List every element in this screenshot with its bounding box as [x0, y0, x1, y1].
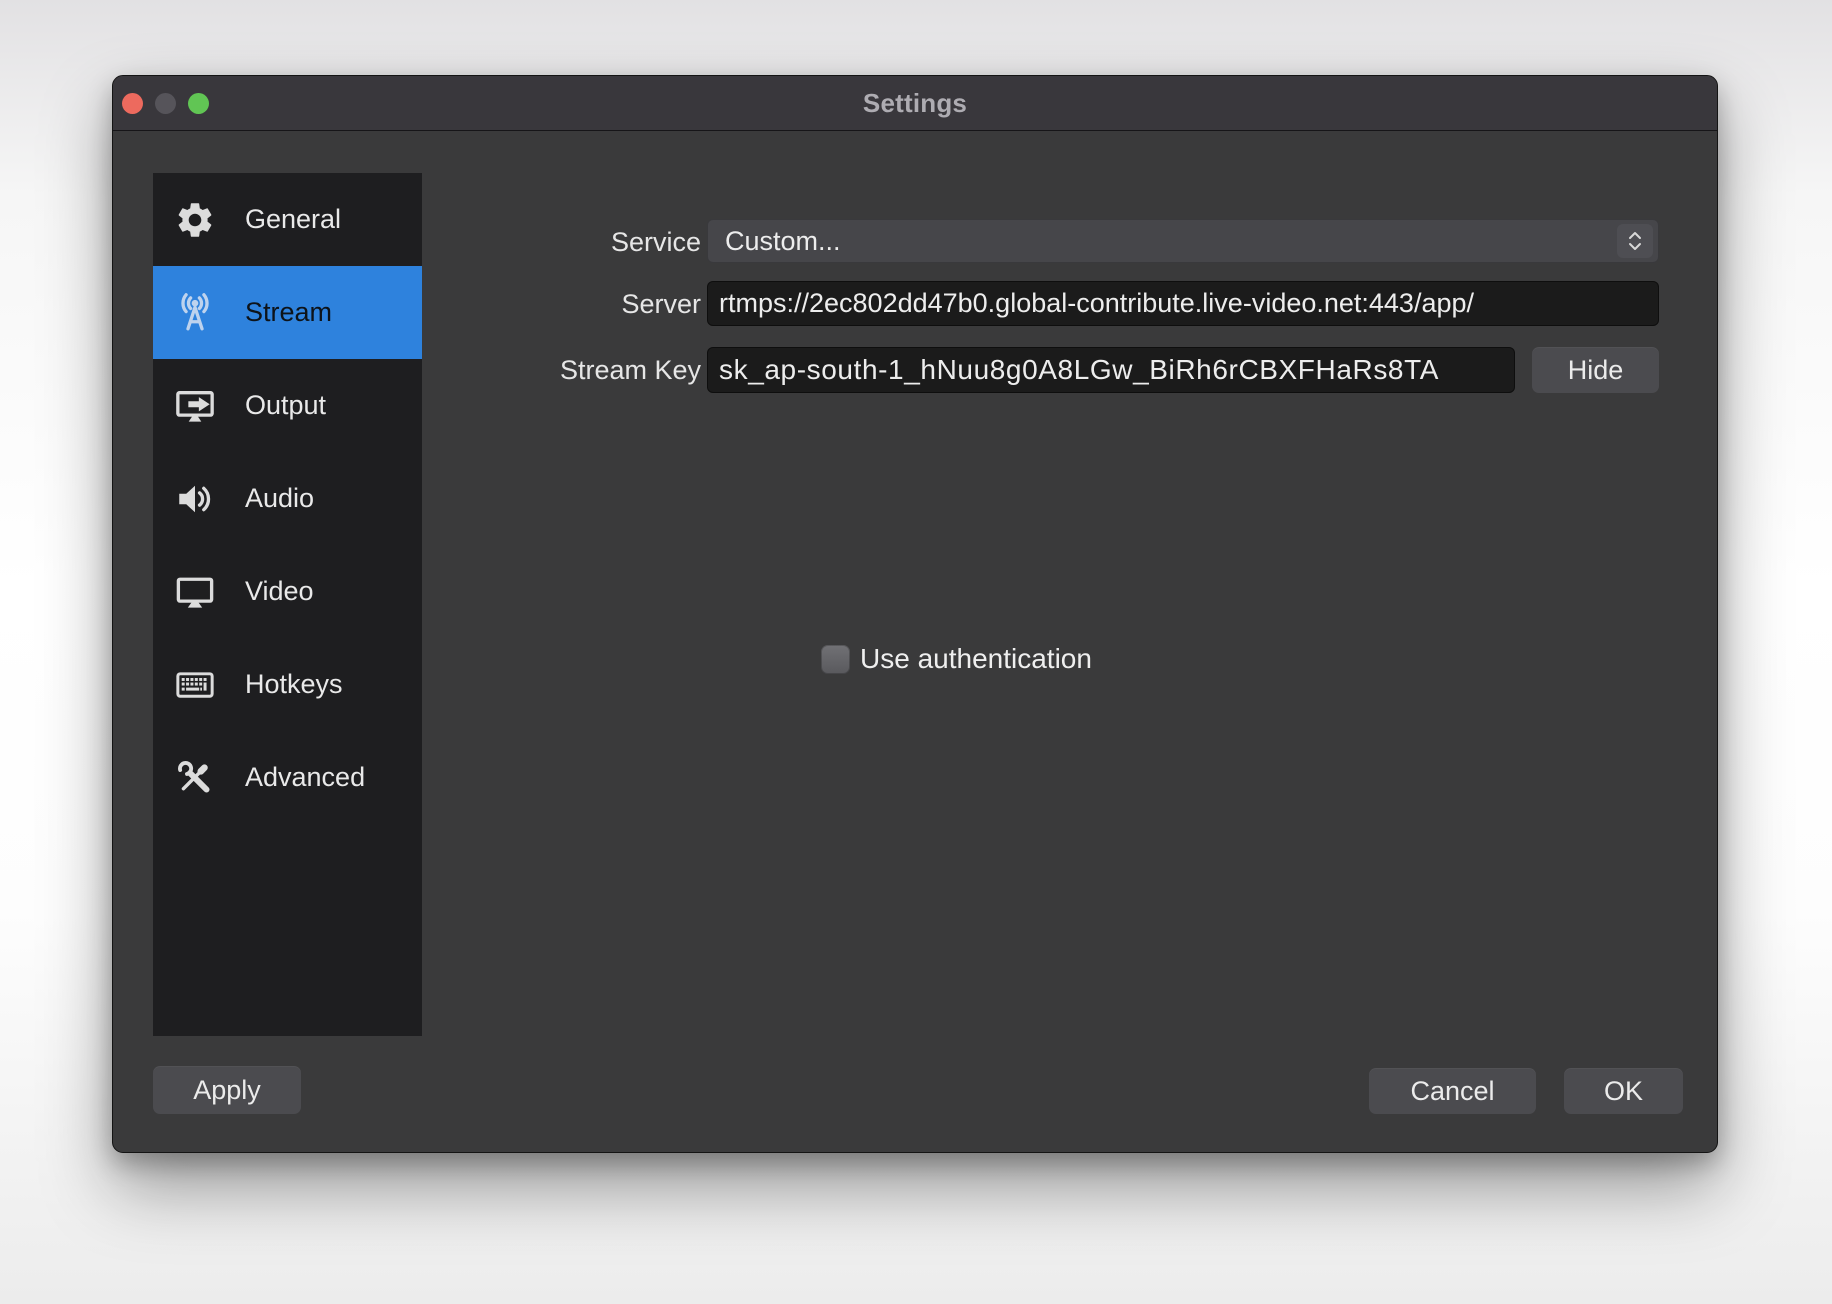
sidebar-item-label: Video: [245, 576, 314, 607]
sidebar-item-label: Advanced: [245, 762, 365, 793]
tools-icon: [173, 756, 217, 800]
sidebar-item-audio[interactable]: Audio: [153, 452, 422, 545]
sidebar-item-advanced[interactable]: Advanced: [153, 731, 422, 824]
service-select[interactable]: Custom...: [707, 219, 1659, 263]
stream-key-label: Stream Key: [401, 355, 701, 386]
settings-window: Settings General Stream: [112, 75, 1718, 1153]
stream-key-input[interactable]: sk_ap-south-1_hNuu8g0A8LGw_BiRh6rCBXFHaR…: [707, 347, 1515, 393]
sidebar-item-stream[interactable]: Stream: [153, 266, 422, 359]
sidebar-item-label: Audio: [245, 483, 314, 514]
settings-sidebar: General Stream: [153, 173, 422, 1036]
broadcast-icon: [173, 291, 217, 335]
sidebar-item-label: Stream: [245, 297, 332, 328]
titlebar: Settings: [113, 76, 1717, 131]
server-label: Server: [401, 289, 701, 320]
sidebar-item-general[interactable]: General: [153, 173, 422, 266]
sidebar-item-output[interactable]: Output: [153, 359, 422, 452]
window-title: Settings: [113, 76, 1717, 131]
ok-button[interactable]: OK: [1564, 1068, 1683, 1114]
service-label: Service: [401, 227, 701, 258]
hide-button[interactable]: Hide: [1532, 347, 1659, 393]
sidebar-item-hotkeys[interactable]: Hotkeys: [153, 638, 422, 731]
service-value: Custom...: [725, 226, 841, 257]
sidebar-item-label: Output: [245, 390, 326, 421]
monitor-icon: [173, 570, 217, 614]
cancel-button[interactable]: Cancel: [1369, 1068, 1536, 1114]
sidebar-item-label: Hotkeys: [245, 669, 343, 700]
apply-button[interactable]: Apply: [153, 1066, 301, 1114]
sidebar-item-label: General: [245, 204, 341, 235]
chevron-up-down-icon[interactable]: [1617, 224, 1653, 258]
server-input[interactable]: rtmps://2ec802dd47b0.global-contribute.l…: [707, 281, 1659, 326]
gear-icon: [173, 198, 217, 242]
use-authentication-label: Use authentication: [860, 643, 1092, 675]
use-authentication-row: Use authentication: [821, 644, 1092, 674]
sidebar-item-video[interactable]: Video: [153, 545, 422, 638]
speaker-icon: [173, 477, 217, 521]
monitor-arrow-icon: [173, 384, 217, 428]
keyboard-icon: [173, 663, 217, 707]
use-authentication-checkbox[interactable]: [821, 645, 850, 674]
